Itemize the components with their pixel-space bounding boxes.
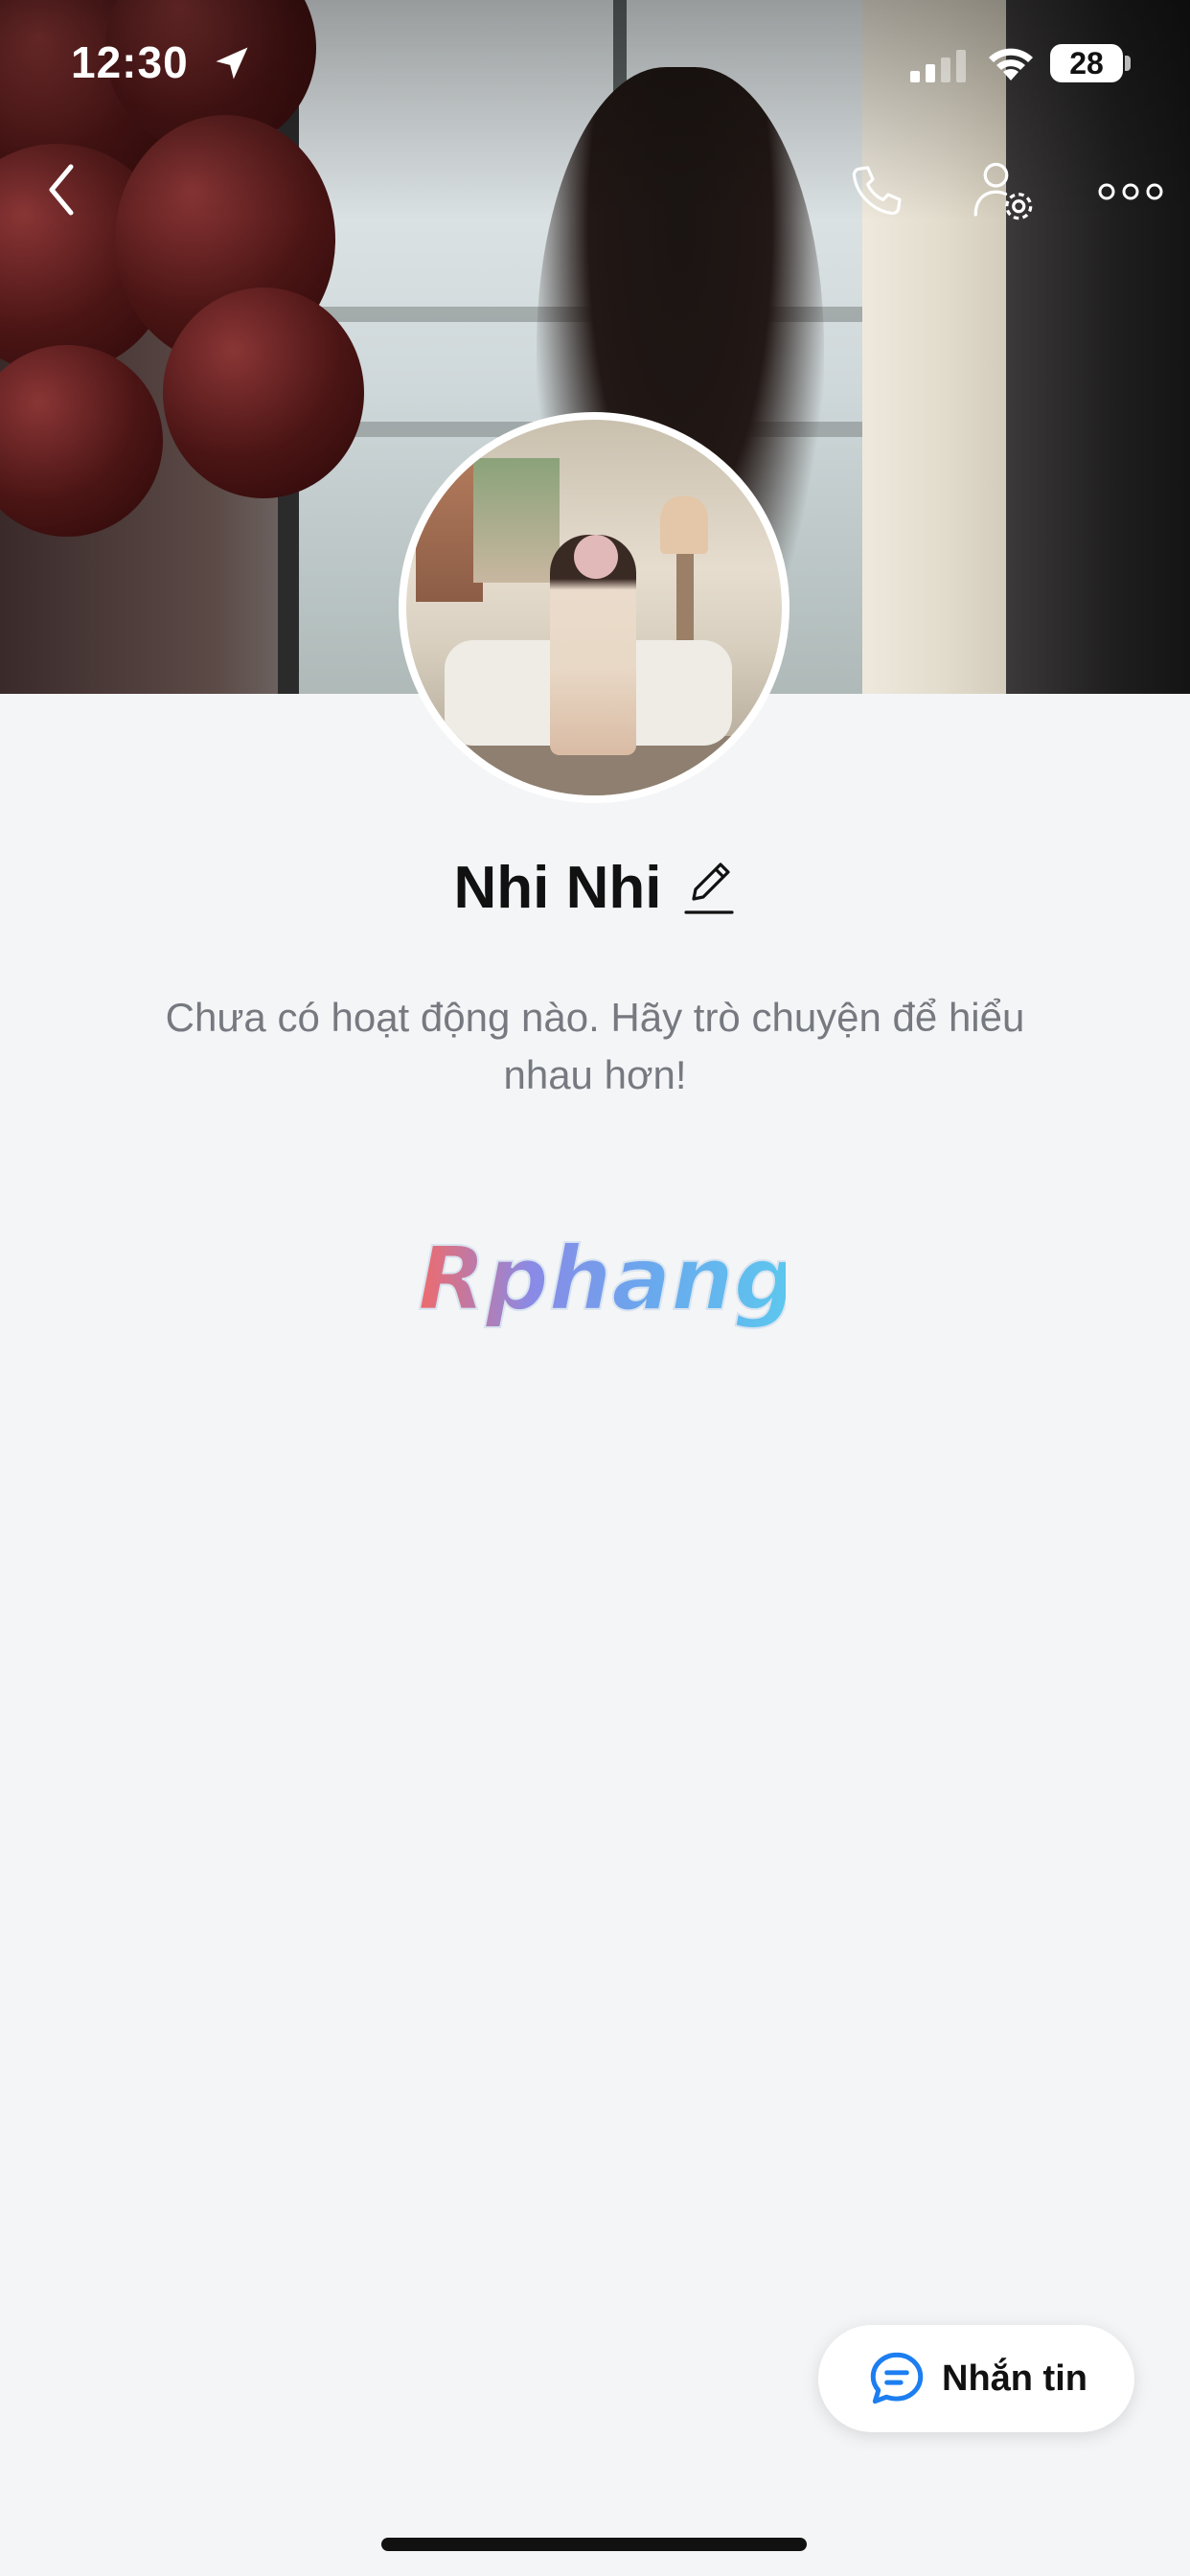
avatar-bg [473, 458, 560, 583]
more-horizontal-icon [1098, 183, 1163, 200]
user-settings-icon [973, 162, 1033, 220]
status-bar: 12:30 28 [0, 0, 1190, 134]
avatar-face-blur [574, 535, 618, 579]
profile-avatar[interactable] [399, 412, 790, 803]
watermark-logo: Rphang [417, 1227, 786, 1331]
back-button[interactable] [23, 144, 100, 236]
empty-activity-message: Chưa có hoạt động nào. Hãy trò chuyện để… [105, 989, 1085, 1104]
battery-cap [1125, 56, 1131, 71]
phone-icon [852, 166, 902, 216]
message-button[interactable]: Nhắn tin [818, 2325, 1134, 2432]
chevron-left-icon [49, 164, 74, 216]
cellular-signal-icon [910, 50, 966, 82]
cover-balloon [163, 288, 364, 498]
battery-indicator: 28 [1050, 44, 1123, 82]
wifi-icon [989, 48, 1033, 80]
avatar-bg [660, 496, 708, 554]
message-button-label: Nhắn tin [942, 2358, 1087, 2399]
profile-name-row: Nhi Nhi [0, 841, 1190, 933]
home-indicator [381, 2538, 807, 2551]
empty-message-line: Chưa có hoạt động nào. Hãy trò chuyện để… [165, 995, 1025, 1040]
status-time: 12:30 [71, 37, 189, 87]
chat-bubble-icon [870, 2352, 924, 2404]
edit-pencil-icon[interactable] [682, 857, 736, 918]
more-options-button[interactable] [1085, 153, 1177, 230]
watermark-text: Rphang [418, 1228, 786, 1330]
battery-level: 28 [1069, 45, 1104, 80]
profile-settings-button[interactable] [960, 148, 1046, 234]
empty-message-line: nhau hơn! [503, 1052, 687, 1097]
profile-name: Nhi Nhi [453, 854, 662, 921]
call-button[interactable] [834, 148, 920, 234]
cover-balloon [0, 345, 163, 537]
location-arrow-icon [216, 47, 248, 80]
